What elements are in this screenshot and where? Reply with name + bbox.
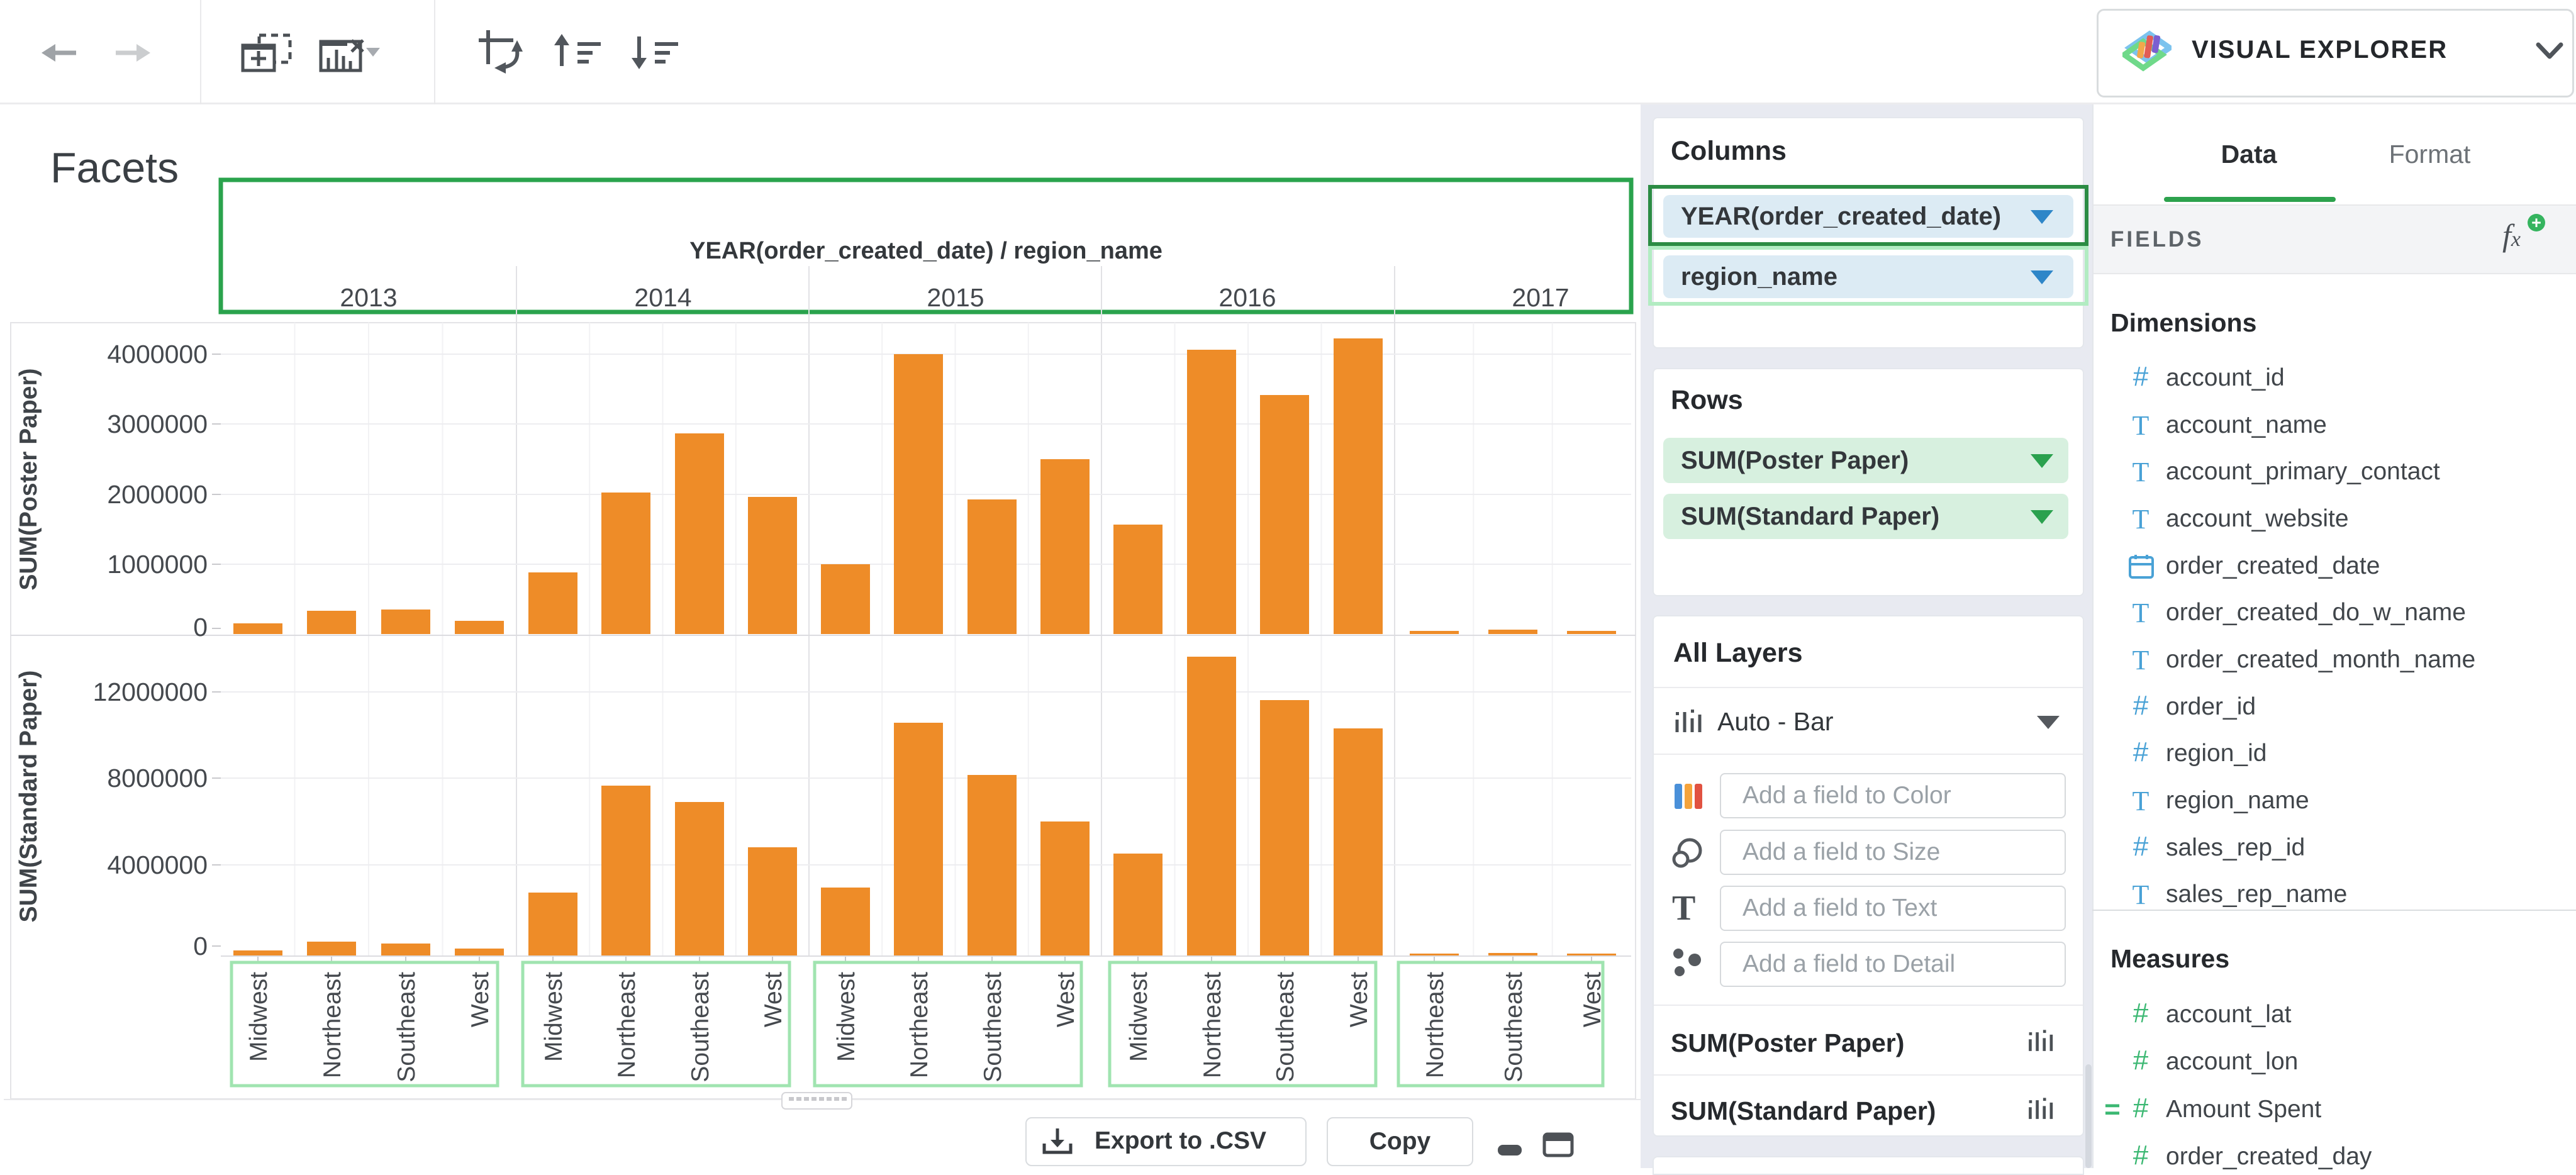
svg-text:4000000: 4000000	[107, 850, 208, 879]
svg-text:West: West	[1346, 972, 1373, 1027]
svg-text:Northeast: Northeast	[1199, 972, 1226, 1078]
svg-text:Midwest: Midwest	[833, 972, 860, 1062]
svg-text:1000000: 1000000	[107, 550, 208, 579]
svg-text:Facets: Facets	[50, 144, 179, 192]
svg-text:Southeast: Southeast	[1272, 972, 1299, 1083]
svg-text:West: West	[1052, 972, 1079, 1027]
svg-text:0: 0	[193, 932, 208, 961]
svg-text:2014: 2014	[634, 283, 691, 312]
svg-text:SUM(Poster Paper): SUM(Poster Paper)	[15, 368, 42, 590]
svg-text:3000000: 3000000	[107, 409, 208, 438]
svg-text:2017: 2017	[1512, 283, 1569, 312]
svg-text:2015: 2015	[927, 283, 984, 312]
svg-text:SUM(Standard Paper): SUM(Standard Paper)	[15, 671, 42, 923]
svg-text:West: West	[467, 972, 494, 1027]
svg-text:2013: 2013	[340, 283, 397, 312]
svg-text:Southeast: Southeast	[979, 972, 1006, 1083]
svg-text:Northeast: Northeast	[613, 972, 640, 1078]
svg-text:Southeast: Southeast	[393, 972, 420, 1083]
svg-text:Northeast: Northeast	[906, 972, 933, 1078]
svg-text:2016: 2016	[1218, 283, 1276, 312]
svg-text:Northeast: Northeast	[319, 972, 346, 1078]
svg-text:YEAR(order_created_date) / reg: YEAR(order_created_date) / region_name	[689, 238, 1163, 264]
svg-text:12000000: 12000000	[93, 677, 208, 706]
svg-text:4000000: 4000000	[107, 340, 208, 369]
svg-text:Midwest: Midwest	[540, 972, 567, 1062]
svg-text:2000000: 2000000	[107, 480, 208, 509]
svg-text:Southeast: Southeast	[1500, 972, 1527, 1083]
svg-text:Southeast: Southeast	[687, 972, 714, 1083]
svg-text:West: West	[760, 972, 787, 1027]
svg-text:Northeast: Northeast	[1422, 972, 1449, 1078]
svg-text:Midwest: Midwest	[245, 972, 272, 1062]
svg-text:West: West	[1579, 972, 1606, 1027]
svg-text:8000000: 8000000	[107, 764, 208, 793]
svg-text:0: 0	[193, 613, 208, 642]
svg-text:Midwest: Midwest	[1125, 972, 1152, 1062]
